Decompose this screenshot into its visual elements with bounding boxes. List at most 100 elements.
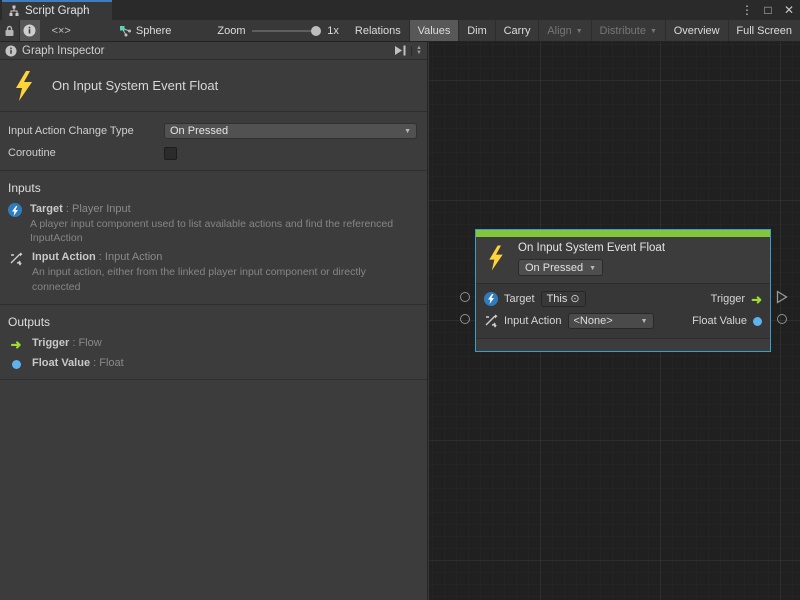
node-row-target: Target This ⊙ Trigger ➜ <box>484 288 762 310</box>
window-close-icon[interactable]: ✕ <box>782 0 796 20</box>
port-name: Target <box>30 203 63 215</box>
lock-icon <box>4 25 15 37</box>
caret-down-icon: ▼ <box>576 27 583 35</box>
divider <box>0 379 427 380</box>
caret-down-icon: ▼ <box>589 264 596 272</box>
input-action-label: Input Action <box>504 315 562 327</box>
scroll-spinner[interactable]: ▲ ▼ <box>411 46 422 56</box>
info-icon <box>23 24 36 37</box>
change-type-dropdown[interactable]: On Pressed ▼ <box>164 123 417 139</box>
inspector-toggle-button[interactable] <box>20 20 39 41</box>
script-graph-window: { "titlebar": { "tab_label": "Script Gra… <box>0 0 800 600</box>
node-title: On Input System Event Float <box>518 242 665 254</box>
port-description: A player input component used to list av… <box>30 217 410 245</box>
zoom-value: 1x <box>325 20 347 41</box>
coroutine-row: Coroutine <box>0 142 427 164</box>
input-port-input-action: Input Action : Input Action An input act… <box>0 249 427 297</box>
node-header[interactable]: On Input System Event Float On Pressed ▼ <box>476 237 770 284</box>
flow-arrow-icon: ➜ <box>8 337 24 351</box>
graph-canvas[interactable]: On Input System Event Float On Pressed ▼… <box>429 42 800 600</box>
target-label: Target <box>504 293 535 305</box>
trigger-label: Trigger <box>711 293 745 305</box>
flow-arrow-icon: ➜ <box>751 293 762 306</box>
inspector-node-title: On Input System Event Float <box>52 78 218 93</box>
zoom-slider-handle[interactable] <box>311 26 321 36</box>
toolbar-button-align[interactable]: Align ▼ <box>539 20 590 41</box>
node-row-input-action: Input Action <None> ▼ Float Value <box>484 310 762 332</box>
node-output-port-trigger[interactable] <box>776 290 788 304</box>
input-port-target: Target : Player Input A player input com… <box>0 201 427 249</box>
toolbar-button-fullscreen[interactable]: Full Screen <box>728 20 800 41</box>
zoom-slider[interactable] <box>252 30 320 32</box>
port-name: Trigger <box>32 337 69 349</box>
inputs-heading: Inputs <box>0 177 427 201</box>
outputs-heading: Outputs <box>0 311 427 335</box>
node-footer <box>476 338 770 351</box>
script-graph-icon <box>8 5 20 17</box>
target-this-button[interactable]: This ⊙ <box>541 291 586 307</box>
node-input-port-input-action[interactable] <box>460 314 470 324</box>
lightning-icon <box>12 70 36 102</box>
output-port-float-value: Float Value : Float <box>0 355 427 373</box>
caret-down-icon: ▼ <box>650 27 657 35</box>
spinner-down-icon[interactable]: ▼ <box>416 51 422 56</box>
port-name: Float Value <box>32 357 90 369</box>
object-picker-icon: ⊙ <box>570 294 579 305</box>
node-summary: On Input System Event Float <box>0 60 427 112</box>
toolbar-button-relations[interactable]: Relations <box>347 20 409 41</box>
node-input-port-target[interactable] <box>460 292 470 302</box>
port-type: : Player Input <box>63 203 131 215</box>
coroutine-checkbox[interactable] <box>164 147 177 160</box>
player-input-icon <box>484 292 498 306</box>
zoom-label: Zoom <box>209 20 245 41</box>
caret-down-icon: ▼ <box>404 127 411 135</box>
toolbar-button-overview[interactable]: Overview <box>666 20 728 41</box>
info-icon <box>5 45 17 57</box>
dock-inspector-icon[interactable] <box>394 45 407 56</box>
input-action-icon <box>8 251 24 266</box>
port-name: Input Action <box>32 251 96 263</box>
node-event-color-bar <box>476 230 770 237</box>
input-action-icon <box>484 314 498 328</box>
code-icon: <×> <box>52 25 71 37</box>
port-type: : Input Action <box>96 251 163 263</box>
node-body: Target This ⊙ Trigger ➜ <box>476 284 770 338</box>
graph-name-label: Sphere <box>136 25 171 37</box>
graph-inspector-panel: Graph Inspector ▲ ▼ On Input System Even… <box>0 42 428 600</box>
float-value-label: Float Value <box>692 315 747 327</box>
float-dot-icon <box>753 317 762 326</box>
change-type-label: Input Action Change Type <box>8 125 164 137</box>
divider <box>0 304 427 305</box>
window-menu-icon[interactable]: ⋮ <box>740 0 754 20</box>
node-mode-dropdown[interactable]: On Pressed ▼ <box>518 259 603 276</box>
inspector-header: Graph Inspector ▲ ▼ <box>0 42 427 60</box>
caret-down-icon: ▼ <box>641 317 648 325</box>
titlebar: Script Graph ⋮ □ ✕ <box>0 0 800 20</box>
coroutine-label: Coroutine <box>8 147 164 159</box>
toolbar: <×> Sphere Zoom 1x Relations Values Dim … <box>0 20 800 42</box>
player-input-icon <box>8 203 22 217</box>
window-maximize-icon[interactable]: □ <box>761 0 775 20</box>
input-action-dropdown[interactable]: <None> ▼ <box>568 313 654 329</box>
graph-breadcrumb[interactable]: Sphere <box>111 20 179 41</box>
lightning-icon <box>486 242 506 276</box>
port-description: An input action, either from the linked … <box>32 265 412 293</box>
toolbar-button-distribute[interactable]: Distribute ▼ <box>592 20 665 41</box>
code-view-button[interactable]: <×> <box>52 20 71 41</box>
window-controls: ⋮ □ ✕ <box>740 0 796 20</box>
change-type-row: Input Action Change Type On Pressed ▼ <box>0 120 427 142</box>
toolbar-button-carry[interactable]: Carry <box>496 20 539 41</box>
tab-label: Script Graph <box>25 5 90 17</box>
inspector-header-title: Graph Inspector <box>22 45 104 57</box>
port-type: : Flow <box>69 337 101 349</box>
lock-button[interactable] <box>0 20 19 41</box>
tab-script-graph[interactable]: Script Graph <box>2 0 112 20</box>
toolbar-button-values[interactable]: Values <box>410 20 459 41</box>
node-output-port-float-value[interactable] <box>777 314 787 324</box>
on-input-system-event-float-node[interactable]: On Input System Event Float On Pressed ▼… <box>475 229 771 352</box>
float-dot-icon <box>8 357 24 369</box>
toolbar-button-dim[interactable]: Dim <box>459 20 495 41</box>
divider <box>0 170 427 171</box>
output-port-trigger: ➜ Trigger : Flow <box>0 335 427 355</box>
port-type: : Float <box>90 357 124 369</box>
